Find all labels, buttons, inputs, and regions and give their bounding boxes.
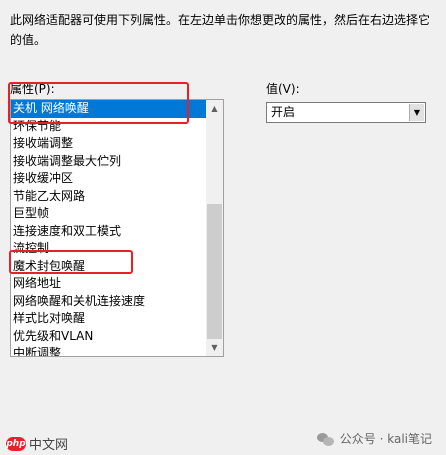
value-select-current: 开启 <box>271 105 296 119</box>
property-list-item[interactable]: 连接速度和双工模式 <box>11 223 206 241</box>
watermark-php: php 中文网 <box>6 434 68 453</box>
property-list-item[interactable]: 巨型帧 <box>11 205 206 223</box>
property-list-item[interactable]: 接收端调整最大伫列 <box>11 153 206 171</box>
scroll-down-icon[interactable]: ▼ <box>206 339 223 356</box>
property-list-item[interactable]: 网络地址 <box>11 275 206 293</box>
wechat-icon <box>316 432 335 446</box>
property-list-item[interactable]: 网络唤醒和关机连接速度 <box>11 293 206 311</box>
chevron-down-icon[interactable]: ▼ <box>409 104 424 121</box>
scrollbar-thumb[interactable] <box>207 204 222 340</box>
php-logo-icon: php <box>6 436 26 451</box>
property-list-item[interactable]: 中断调整 <box>11 345 206 356</box>
property-list-item[interactable]: 优先级和VLAN <box>11 328 206 346</box>
property-list-item[interactable]: 接收端调整 <box>11 135 206 153</box>
property-list-item[interactable]: 接收缓冲区 <box>11 170 206 188</box>
value-label: 值(V): <box>266 82 300 96</box>
property-list-items: 关机 网络唤醒 环保节能 接收端调整 接收端调整最大伫列 接收缓冲区 节能乙太网路 巨型帧连… <box>11 100 206 356</box>
property-list-item[interactable]: 节能乙太网路 <box>11 188 206 206</box>
watermark-left-text: 中文网 <box>29 438 69 453</box>
watermark-wechat: 公众号 · kali笔记 <box>316 430 432 447</box>
listbox-scrollbar[interactable]: ▲ ▼ <box>206 100 223 356</box>
property-listbox[interactable]: 关机 网络唤醒 环保节能 接收端调整 接收端调整最大伫列 接收缓冲区 节能乙太网路 巨型帧连… <box>10 99 224 357</box>
property-list-item[interactable]: 样式比对唤醒 <box>11 310 206 328</box>
highlight-box-magic-packet <box>9 250 133 274</box>
highlight-box-selected-property <box>8 82 189 124</box>
description-text: 此网络适配器可使用下列属性。在左边单击你想更改的属性，然后在右边选择它的值。 <box>10 13 431 47</box>
value-select[interactable]: 开启 ▼ <box>266 102 426 123</box>
watermark-right-text: 公众号 · kali笔记 <box>339 432 432 446</box>
scroll-up-icon[interactable]: ▲ <box>206 100 223 117</box>
